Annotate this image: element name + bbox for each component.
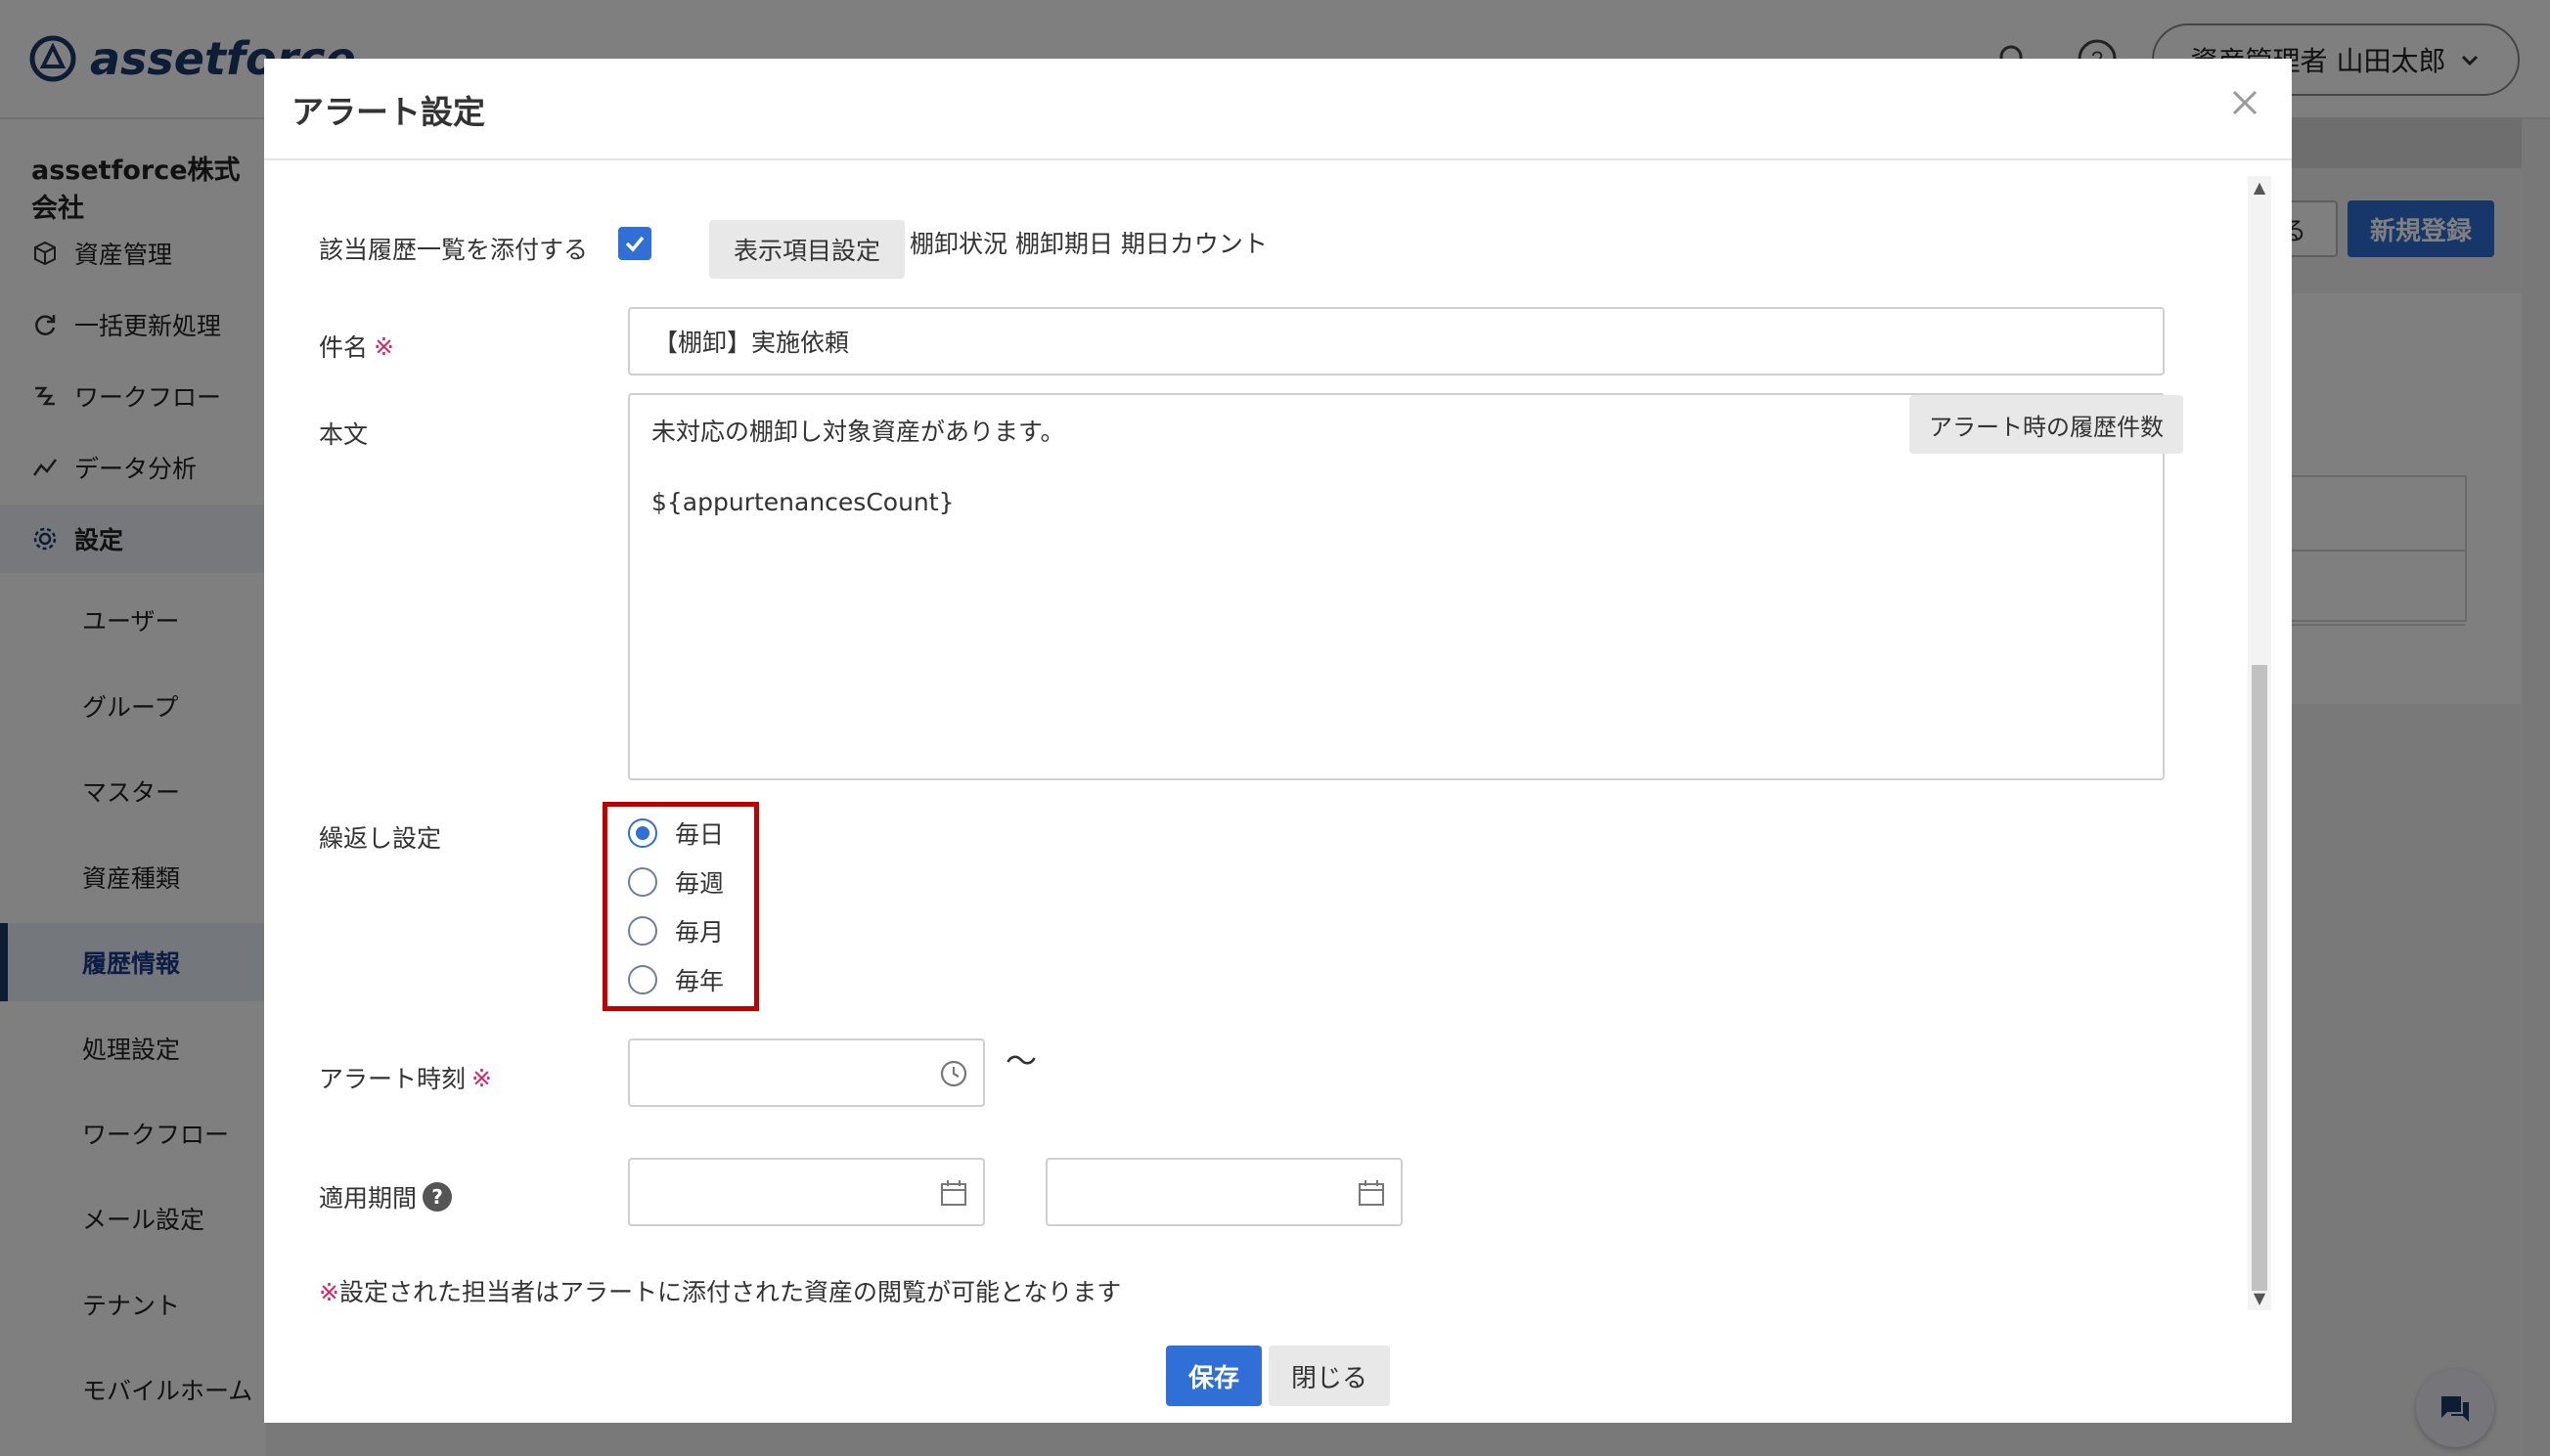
calendar-icon[interactable] — [1356, 1177, 1387, 1209]
modal-scrollbar[interactable]: ▲ ▼ — [2248, 176, 2271, 1310]
subject-value: 【棚卸】実施依頼 — [653, 329, 850, 357]
note-mark: ※ — [319, 1278, 339, 1306]
check-icon — [625, 236, 645, 252]
radio-label: 毎日 — [675, 820, 725, 849]
period-label-text: 適用期間 — [319, 1184, 418, 1213]
alert-time-input[interactable] — [628, 1038, 985, 1107]
close-button[interactable]: 閉じる — [1269, 1346, 1390, 1406]
period-separator: 〜 — [1006, 1042, 1038, 1080]
repeat-label: 繰返し設定 — [319, 819, 441, 855]
close-icon[interactable] — [2220, 78, 2269, 127]
radio-label: 毎月 — [675, 918, 725, 947]
question-icon[interactable]: ? — [423, 1182, 453, 1212]
clock-icon[interactable] — [938, 1058, 969, 1089]
period-end-input[interactable] — [1046, 1158, 1403, 1226]
radio-button[interactable] — [628, 818, 657, 848]
attach-history-text: 該当履歴一覧を添付する — [319, 236, 589, 264]
radio-label: 毎年 — [675, 967, 725, 995]
history-count-button[interactable]: アラート時の履歴件数 — [1909, 395, 2183, 454]
alert-settings-modal: アラート設定 該当履歴一覧を添付する 表示項目設定 棚卸状況 棚卸期日 期日カウ… — [264, 59, 2292, 1423]
body-label: 本文 — [319, 416, 368, 451]
required-mark: ※ — [374, 331, 394, 361]
note-text: 設定された担当者はアラートに添付された資産の閲覧が可能となります — [338, 1278, 1122, 1306]
radio-button[interactable] — [628, 867, 657, 897]
alert-time-label: アラート時刻 ※ — [319, 1060, 492, 1095]
calendar-icon[interactable] — [938, 1177, 969, 1209]
radio-button[interactable] — [628, 965, 657, 994]
period-start-input[interactable] — [628, 1158, 985, 1226]
modal-header: アラート設定 — [264, 59, 2292, 160]
repeat-option-monthly[interactable]: 毎月 — [628, 909, 724, 952]
radio-button[interactable] — [628, 916, 657, 946]
attach-history-label: 該当履歴一覧を添付する — [319, 231, 588, 266]
scroll-up-arrow-icon[interactable]: ▲ — [2252, 180, 2267, 196]
subject-input[interactable]: 【棚卸】実施依頼 — [628, 307, 2165, 375]
display-items-button[interactable]: 表示項目設定 — [709, 220, 905, 279]
modal-title: アラート設定 — [291, 93, 485, 131]
radio-dot — [636, 826, 649, 840]
repeat-option-daily[interactable]: 毎日 — [628, 812, 724, 855]
repeat-option-weekly[interactable]: 毎週 — [628, 860, 724, 904]
subject-label-text: 件名 — [319, 333, 369, 362]
body-label-text: 本文 — [319, 420, 369, 449]
period-label: 適用期間 ? — [319, 1179, 453, 1214]
repeat-option-yearly[interactable]: 毎年 — [628, 958, 724, 1001]
alert-time-label-text: アラート時刻 — [319, 1065, 467, 1093]
subject-label: 件名 ※ — [319, 329, 394, 364]
permission-note: ※設定された担当者はアラートに添付された資産の閲覧が可能となります — [319, 1273, 1121, 1308]
required-mark: ※ — [471, 1063, 492, 1092]
repeat-label-text: 繰返し設定 — [319, 824, 442, 853]
display-items-text: 棚卸状況 棚卸期日 期日カウント — [910, 230, 1268, 258]
radio-label: 毎週 — [675, 869, 725, 898]
scrollbar-thumb[interactable] — [2252, 665, 2267, 1291]
save-button[interactable]: 保存 — [1166, 1346, 1262, 1406]
attach-history-checkbox[interactable] — [618, 227, 651, 260]
scroll-down-arrow-icon[interactable]: ▼ — [2252, 1291, 2267, 1306]
